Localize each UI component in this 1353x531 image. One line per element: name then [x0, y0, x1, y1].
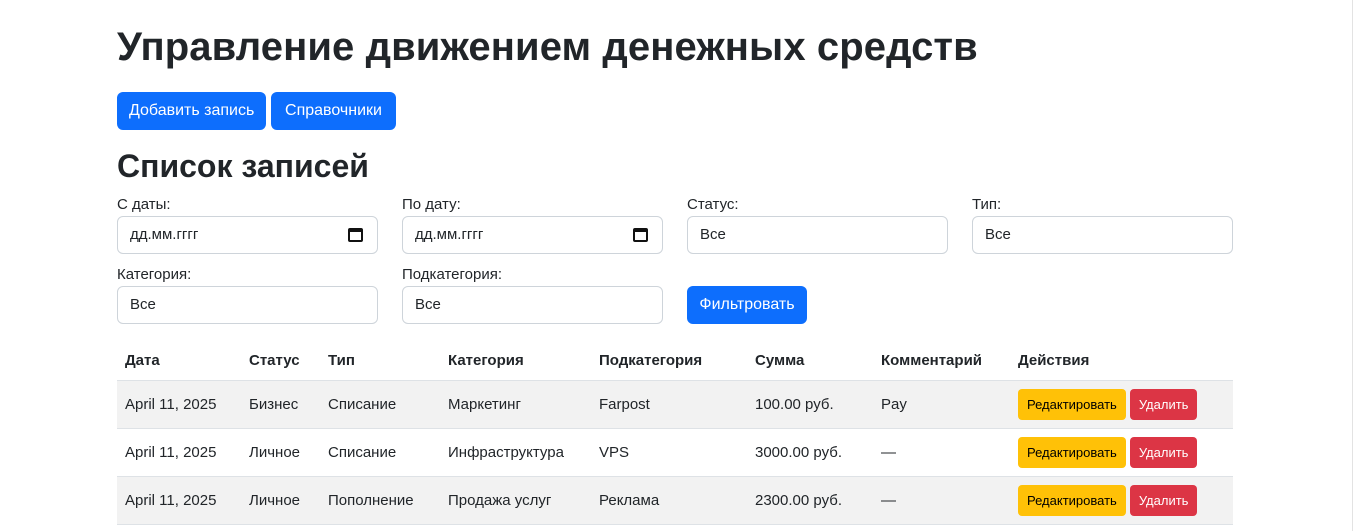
calendar-icon[interactable] [633, 228, 648, 242]
edit-button[interactable]: Редактировать [1018, 388, 1126, 420]
status-label: Статус: [687, 196, 739, 213]
cell-category: Инфраструктура [440, 428, 591, 477]
records-list-title: Список записей [117, 148, 369, 184]
cell-comment: — [873, 428, 1010, 477]
edit-button[interactable]: Редактировать [1018, 484, 1126, 516]
category-label: Категория: [117, 266, 192, 283]
add-record-button[interactable]: Добавить запись [117, 92, 266, 130]
cell-category: Маркетинг [440, 380, 591, 429]
cell-type: Пополнение [320, 476, 440, 525]
cell-subcategory: VPS [591, 428, 747, 477]
cell-actions: Редактировать Удалить [1010, 428, 1233, 477]
header-category: Категория [440, 341, 591, 381]
calendar-icon[interactable] [348, 228, 363, 242]
date-to-label: По дату: [402, 196, 461, 213]
subcategory-select[interactable]: Все [402, 286, 663, 324]
type-value: Все [985, 226, 1011, 243]
date-to-value: дд.мм.гггг [415, 226, 484, 243]
delete-button[interactable]: Удалить [1129, 388, 1198, 420]
subcategory-label: Подкатегория: [402, 266, 502, 283]
table-row: April 11, 2025 Бизнес Списание Маркетинг… [117, 380, 1233, 429]
cell-actions: Редактировать Удалить [1010, 476, 1233, 525]
filter-button[interactable]: Фильтровать [687, 286, 807, 324]
table-row: April 11, 2025 Личное Пополнение Продажа… [117, 476, 1233, 525]
category-value: Все [130, 296, 156, 313]
header-status: Статус [241, 341, 320, 381]
cell-comment: — [873, 476, 1010, 525]
date-from-value: дд.мм.гггг [130, 226, 199, 243]
header-actions: Действия [1010, 341, 1233, 381]
cell-type: Списание [320, 428, 440, 477]
delete-button[interactable]: Удалить [1129, 484, 1198, 516]
status-select[interactable]: Все [687, 216, 948, 254]
type-select[interactable]: Все [972, 216, 1233, 254]
type-label: Тип: [972, 196, 1002, 213]
cell-amount: 100.00 руб. [747, 380, 873, 429]
table-header-row: Дата Статус Тип Категория Подкатегория С… [117, 341, 1233, 381]
subcategory-value: Все [415, 296, 441, 313]
cell-amount: 2300.00 руб. [747, 476, 873, 525]
cell-actions: Редактировать Удалить [1010, 380, 1233, 429]
header-subcategory: Подкатегория [591, 341, 747, 381]
header-date: Дата [117, 341, 241, 381]
header-comment: Комментарий [873, 341, 1010, 381]
cell-date: April 11, 2025 [117, 380, 241, 429]
edit-button[interactable]: Редактировать [1018, 436, 1126, 468]
cell-status: Бизнес [241, 380, 320, 429]
date-from-label: С даты: [117, 196, 171, 213]
cell-comment: Pay [873, 380, 1010, 429]
delete-button[interactable]: Удалить [1129, 436, 1198, 468]
cell-status: Личное [241, 476, 320, 525]
cell-date: April 11, 2025 [117, 476, 241, 525]
cell-amount: 3000.00 руб. [747, 428, 873, 477]
cell-status: Личное [241, 428, 320, 477]
records-table: Дата Статус Тип Категория Подкатегория С… [117, 341, 1233, 525]
cell-type: Списание [320, 380, 440, 429]
references-button[interactable]: Справочники [271, 92, 396, 130]
date-from-input[interactable]: дд.мм.гггг [117, 216, 378, 254]
cell-category: Продажа услуг [440, 476, 591, 525]
header-type: Тип [320, 341, 440, 381]
header-amount: Сумма [747, 341, 873, 381]
page-title: Управление движением денежных средств [117, 25, 978, 69]
category-select[interactable]: Все [117, 286, 378, 324]
cell-subcategory: Реклама [591, 476, 747, 525]
table-row: April 11, 2025 Личное Списание Инфрастру… [117, 428, 1233, 477]
cell-subcategory: Farpost [591, 380, 747, 429]
cell-date: April 11, 2025 [117, 428, 241, 477]
date-to-input[interactable]: дд.мм.гггг [402, 216, 663, 254]
status-value: Все [700, 226, 726, 243]
